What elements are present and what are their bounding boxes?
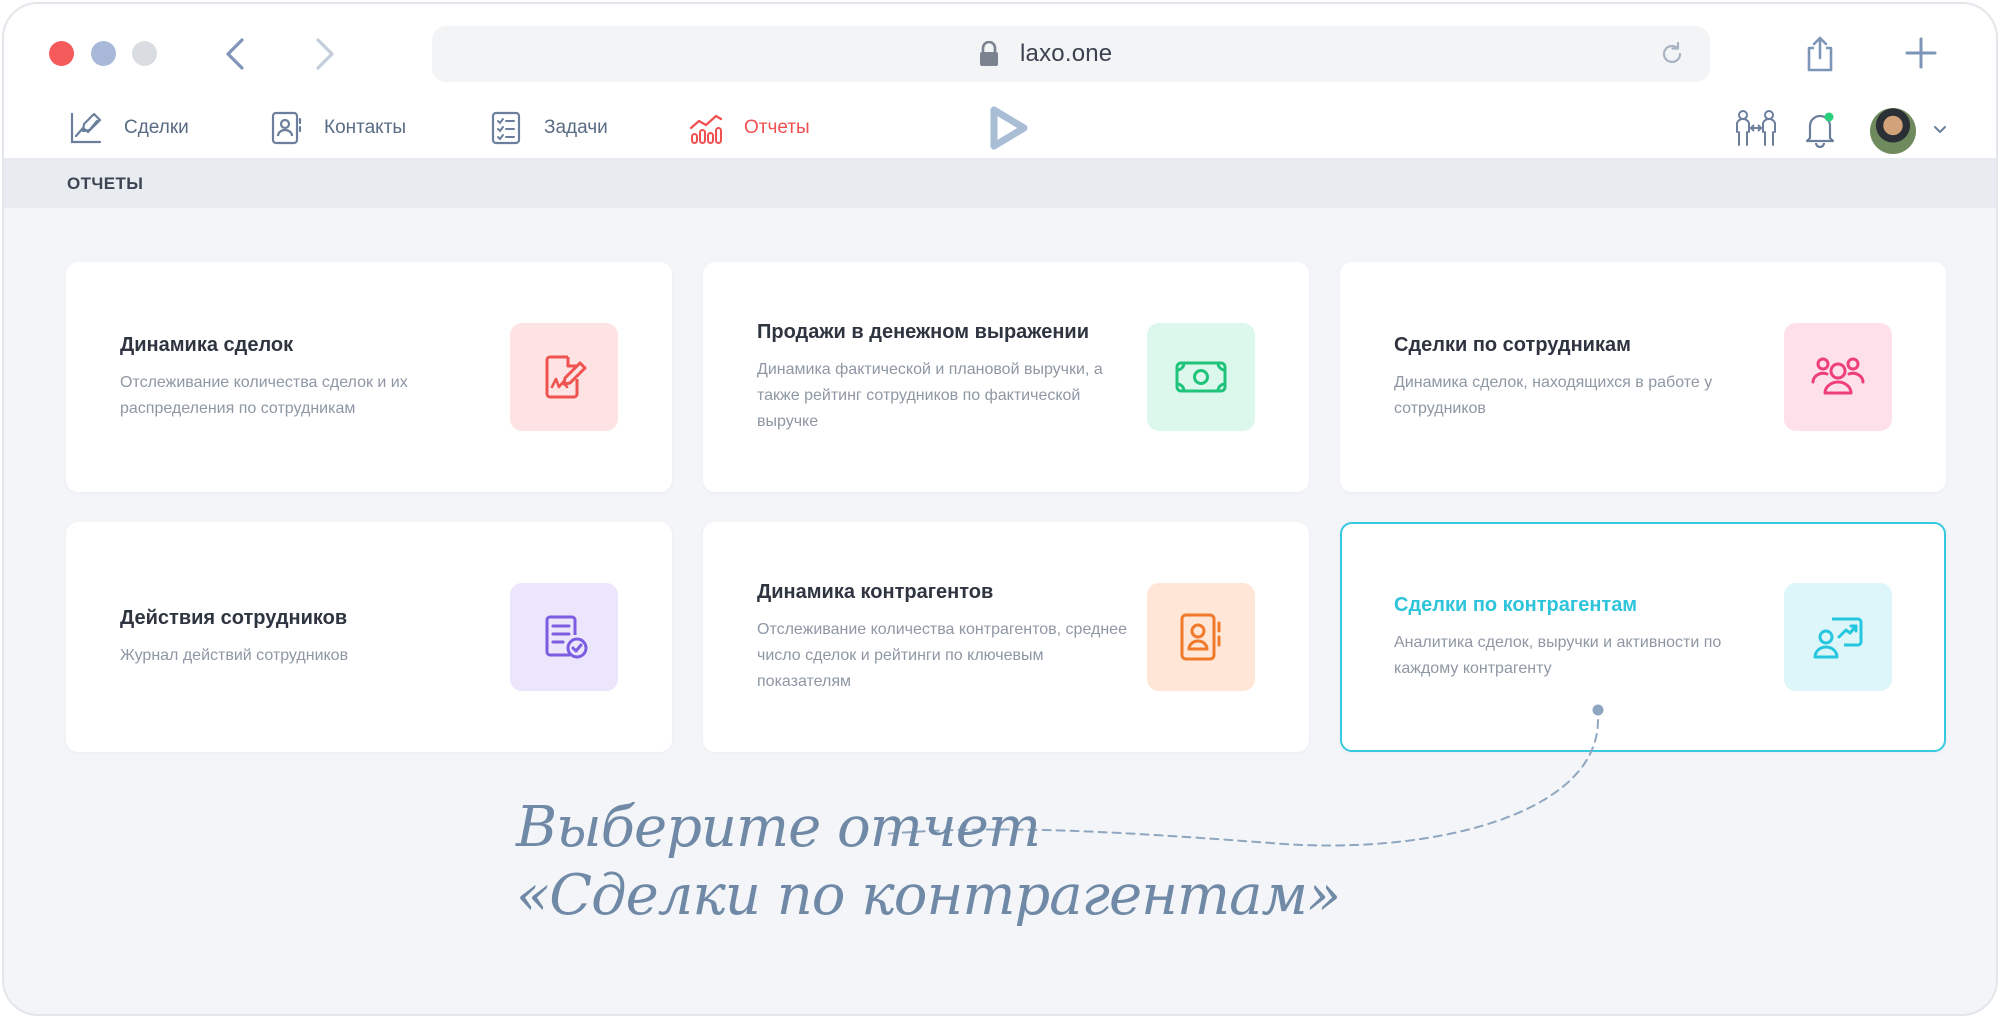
report-card-icon-box (510, 583, 618, 691)
nav-tab-label: Отчеты (744, 117, 810, 138)
share-icon[interactable] (1802, 34, 1838, 74)
team-icon (1811, 357, 1865, 395)
address-bar[interactable]: laxo.one (432, 26, 1710, 82)
forward-arrow-icon[interactable] (306, 34, 342, 74)
deals-chart-icon (70, 112, 102, 144)
nav-tab-deals[interactable]: Сделки (66, 108, 189, 148)
maximize-window-button[interactable] (132, 41, 157, 66)
report-card-employee-actions[interactable]: Действия сотрудников Журнал действий сот… (66, 522, 672, 752)
report-card-icon-box (510, 323, 618, 431)
report-card-title: Действия сотрудников (120, 607, 348, 629)
hint-line-1: Выберите отчет (516, 795, 1041, 860)
bar-chart-icon (689, 114, 723, 144)
presentation-user-icon (1813, 617, 1863, 659)
user-avatar[interactable] (1870, 108, 1916, 154)
browser-window: laxo.one Сделки Контакты Задачи Отчеты О… (2, 2, 1998, 1016)
hint-line-2: «Сделки по контрагентам» (516, 863, 1341, 928)
address-book-icon (1180, 613, 1221, 661)
banknote-icon (1175, 361, 1227, 393)
signed-document-icon (545, 355, 587, 399)
report-card-description: Динамика сделок, находящихся в работе у … (1394, 374, 1713, 417)
report-card-title: Динамика сделок (120, 334, 294, 356)
report-card-deals-by-employee[interactable]: Сделки по сотрудникам Динамика сделок, н… (1340, 262, 1946, 492)
close-window-button[interactable] (49, 41, 74, 66)
chevron-down-icon[interactable] (1932, 122, 1948, 138)
laxo-logo[interactable] (986, 106, 1030, 152)
back-arrow-icon[interactable] (218, 34, 254, 74)
report-card-icon-box (1147, 323, 1255, 431)
nav-tab-label: Контакты (324, 117, 407, 138)
contact-book-icon (271, 111, 302, 145)
lock-icon (980, 41, 998, 66)
report-card-description: Журнал действий сотрудников (120, 647, 349, 664)
checklist-icon (491, 111, 521, 145)
report-card-description: Отслеживание количества сделок и их расп… (120, 374, 408, 417)
team-switch-icon[interactable] (1734, 108, 1778, 148)
nav-tab-tasks[interactable]: Задачи (486, 108, 608, 148)
report-card-sales-money[interactable]: Продажи в денежном выражении Динамика фа… (703, 262, 1309, 492)
notification-bell-icon[interactable] (1802, 108, 1838, 148)
url-text: laxo.one (1020, 40, 1113, 67)
report-card-title: Сделки по сотрудникам (1394, 334, 1631, 356)
report-card-description: Динамика фактической и плановой выручки,… (757, 361, 1103, 430)
report-card-icon-box (1784, 583, 1892, 691)
top-bar: laxo.one Сделки Контакты Задачи Отчеты (4, 4, 1996, 158)
report-card-title: Продажи в денежном выражении (757, 321, 1089, 343)
report-card-icon-box (1784, 323, 1892, 431)
report-card-title: Сделки по контрагентам (1394, 594, 1638, 616)
handwritten-hint: Выберите отчет «Сделки по контрагентам» (516, 794, 1341, 930)
reload-icon[interactable] (1658, 40, 1686, 68)
nav-tab-label: Задачи (544, 117, 608, 138)
nav-tab-reports[interactable]: Отчеты (686, 108, 810, 148)
report-card-title: Динамика контрагентов (757, 581, 994, 603)
nav-tab-contacts[interactable]: Контакты (266, 108, 406, 148)
nav-tab-label: Сделки (124, 117, 189, 138)
report-card-description: Аналитика сделок, выручки и активности п… (1394, 634, 1722, 677)
minimize-window-button[interactable] (91, 41, 116, 66)
new-tab-plus-icon[interactable] (1904, 36, 1938, 70)
report-card-icon-box (1147, 583, 1255, 691)
document-check-icon (545, 615, 588, 659)
report-card-description: Отслеживание количества контрагентов, ср… (757, 621, 1127, 690)
report-card-deals-dynamics[interactable]: Динамика сделок Отслеживание количества … (66, 262, 672, 492)
page-title: ОТЧЕТЫ (67, 174, 144, 193)
page-header: ОТЧЕТЫ (4, 158, 1996, 208)
